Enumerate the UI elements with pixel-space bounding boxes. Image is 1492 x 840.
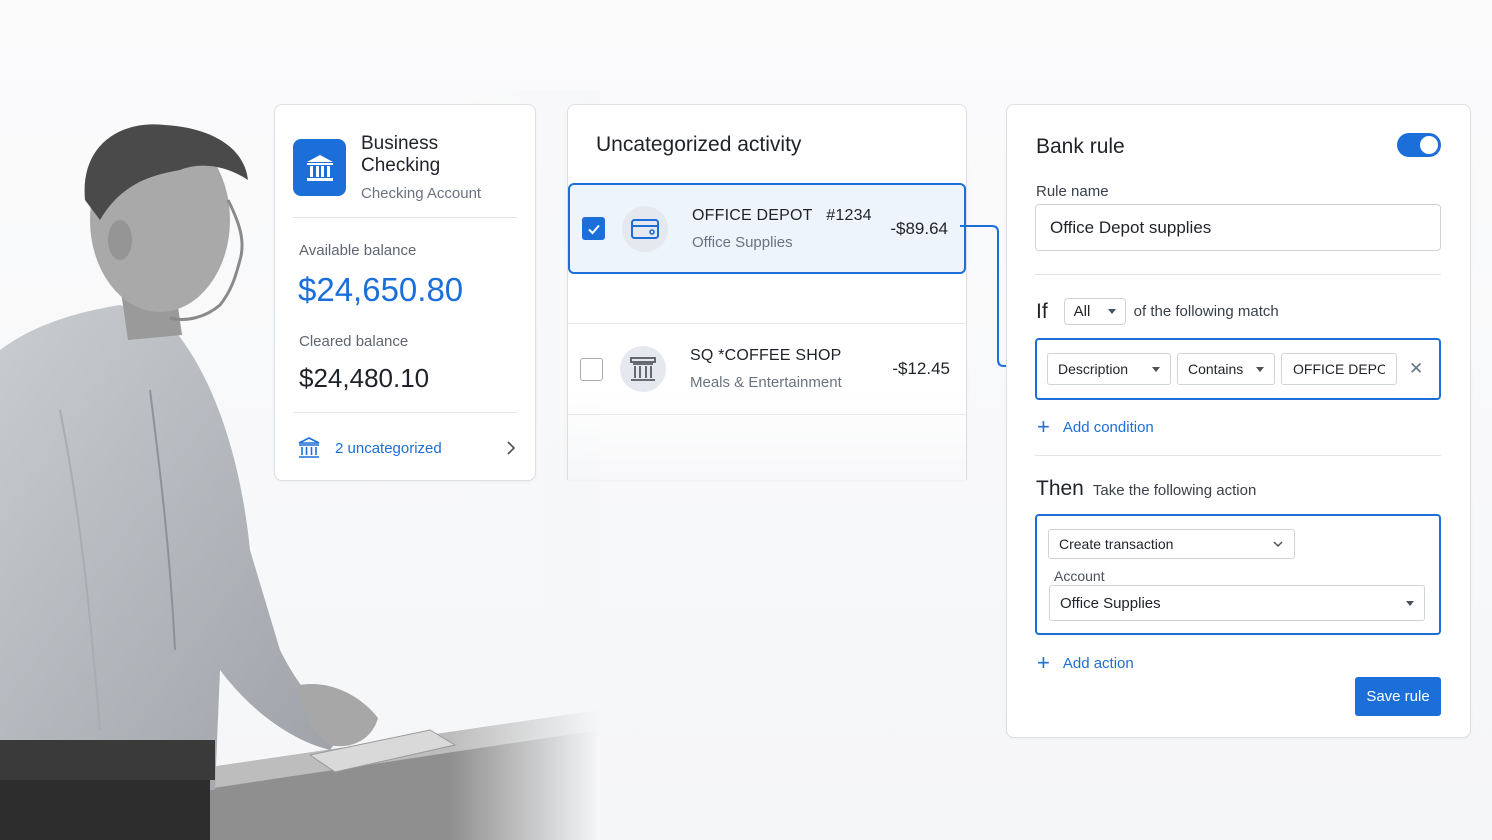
card-icon <box>622 205 668 252</box>
cleared-balance-label: Cleared balance <box>299 333 409 350</box>
transaction-amount: -$89.64 <box>890 218 948 238</box>
checkbox-unchecked[interactable] <box>580 357 603 381</box>
transaction-name: OFFICE DEPOT #1234 <box>692 206 872 224</box>
account-type: Checking Account <box>361 185 482 202</box>
account-name: Business Checking <box>361 133 441 176</box>
stage: Business Checking Checking Account Avail… <box>0 0 1492 840</box>
available-balance-label: Available balance <box>299 242 417 259</box>
divider <box>1035 274 1441 275</box>
if-row: If All of the following match <box>1036 298 1279 325</box>
account-card: Business Checking Checking Account Avail… <box>274 104 536 481</box>
condition-operator-select[interactable]: Contains <box>1177 353 1275 385</box>
available-balance-value: $24,650.80 <box>298 271 464 308</box>
action-box: Create transaction Account Office Suppli… <box>1035 514 1441 635</box>
caret-down-icon <box>1406 600 1414 606</box>
remove-condition-icon[interactable]: ✕ <box>1409 359 1423 379</box>
chevron-down-icon <box>1273 541 1283 548</box>
uncategorized-panel: Uncategorized activity OFFICE DEPOT #123… <box>567 104 967 480</box>
if-label: If <box>1036 299 1048 323</box>
uncategorized-count: 2 uncategorized <box>335 439 442 457</box>
check-icon <box>587 224 600 234</box>
rule-enabled-toggle[interactable] <box>1397 133 1441 157</box>
save-rule-button[interactable]: Save rule <box>1355 677 1441 716</box>
caret-down-icon <box>1256 366 1264 372</box>
plus-icon: + <box>1037 650 1050 675</box>
transaction-row[interactable]: SQ *COFFEE SHOP Meals & Entertainment -$… <box>568 323 966 415</box>
account-select[interactable]: Office Supplies <box>1049 585 1425 621</box>
caret-down-icon <box>1107 309 1116 314</box>
account-label: Account <box>1054 568 1105 584</box>
divider <box>293 412 517 413</box>
transaction-row-selected[interactable]: OFFICE DEPOT #1234 Office Supplies -$89.… <box>568 183 966 274</box>
store-icon <box>620 346 666 392</box>
plus-icon: + <box>1037 414 1050 439</box>
transaction-name: SQ *COFFEE SHOP <box>690 347 842 364</box>
transaction-amount: -$12.45 <box>892 359 950 378</box>
match-mode-value: All <box>1073 303 1091 320</box>
then-rest-text: Take the following action <box>1092 482 1257 499</box>
add-action-link[interactable]: + Add action <box>1037 652 1134 674</box>
condition-row: Description Contains ✕ <box>1035 338 1441 400</box>
add-action-label: Add action <box>1062 654 1134 672</box>
condition-operator-value: Contains <box>1188 361 1244 377</box>
account-select-value: Office Supplies <box>1060 594 1161 612</box>
checkbox-checked[interactable] <box>582 217 605 240</box>
rule-title: Bank rule <box>1036 135 1125 158</box>
match-rest-text: of the following match <box>1133 303 1279 320</box>
add-condition-link[interactable]: + Add condition <box>1037 416 1154 438</box>
match-mode-select[interactable]: All <box>1063 298 1126 325</box>
panel-title: Uncategorized activity <box>596 133 802 156</box>
transaction-category: Meals & Entertainment <box>690 374 842 391</box>
then-label: Then <box>1036 477 1084 500</box>
divider <box>293 217 517 218</box>
action-type-select[interactable]: Create transaction <box>1048 529 1295 559</box>
account-header: Business Checking Checking Account <box>293 133 517 202</box>
rule-name-label: Rule name <box>1036 183 1109 200</box>
divider <box>1035 455 1441 456</box>
bank-outline-icon <box>298 437 320 458</box>
cleared-balance-value: $24,480.10 <box>299 363 430 393</box>
bank-rule-panel: Bank rule Rule name If All of the follow… <box>1006 104 1471 738</box>
condition-field-value: Description <box>1058 361 1129 377</box>
condition-value-input[interactable] <box>1281 353 1397 385</box>
action-type-value: Create transaction <box>1059 536 1174 552</box>
add-condition-label: Add condition <box>1062 418 1154 436</box>
condition-field-select[interactable]: Description <box>1047 353 1171 385</box>
then-row: Then Take the following action <box>1036 477 1256 501</box>
rule-name-input[interactable] <box>1035 204 1441 251</box>
chevron-right-icon <box>507 441 516 455</box>
bank-icon <box>293 139 346 196</box>
transaction-category: Office Supplies <box>692 233 793 251</box>
caret-down-icon <box>1152 366 1160 372</box>
uncategorized-link[interactable]: 2 uncategorized <box>297 433 517 463</box>
